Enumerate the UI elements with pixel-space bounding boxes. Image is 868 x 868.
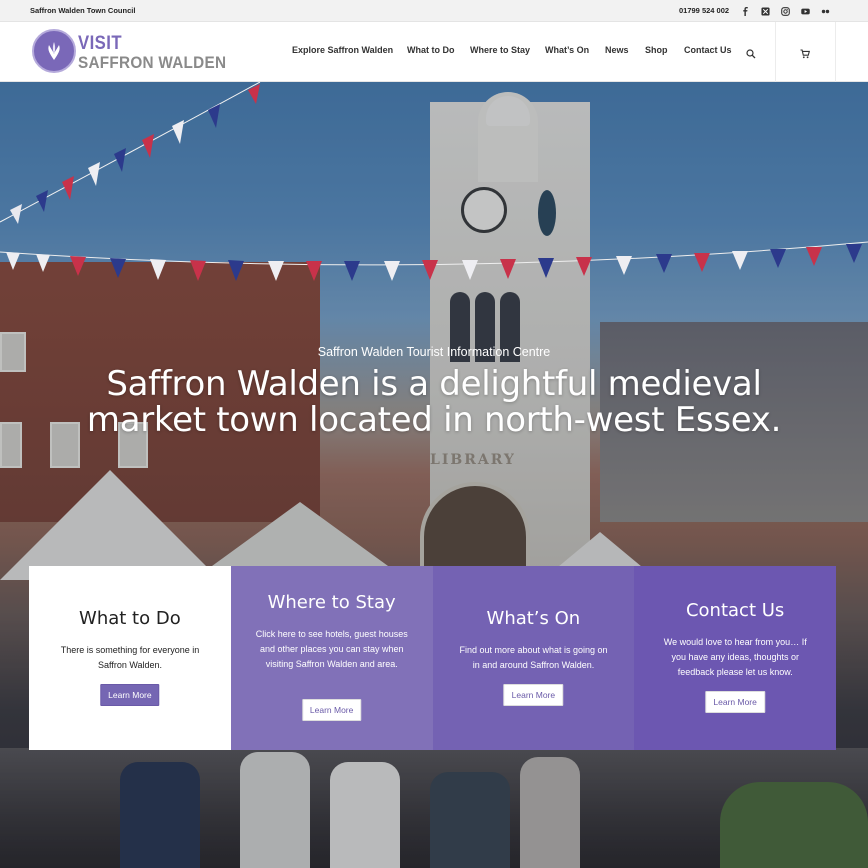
feature-box-text: We would love to hear from you… If you h… [663, 637, 807, 677]
flickr-icon[interactable] [818, 4, 832, 18]
cart-icon[interactable] [800, 46, 811, 59]
top-utility-bar: Saffron Walden Town Council 01799 524 00… [0, 0, 868, 22]
nav-contact-us[interactable]: Contact Us [684, 45, 732, 55]
hero-title: Saffron Walden is a delightful medieval … [86, 364, 782, 440]
nav-explore[interactable]: Explore Saffron Walden [292, 45, 393, 55]
feature-box-where-to-stay: Where to Stay Click here to see hotels, … [230, 566, 433, 750]
whats-on-learn-more-button[interactable]: Learn More [503, 684, 564, 706]
feature-box-title: Contact Us [685, 600, 785, 621]
search-icon[interactable] [746, 46, 756, 59]
feature-boxes: What to Do There is something for everyo… [29, 566, 836, 750]
nav-separator [835, 22, 836, 82]
hero-subtitle: Saffron Walden Tourist Information Centr… [317, 345, 551, 359]
social-links [738, 4, 832, 18]
nav-shop[interactable]: Shop [645, 45, 668, 55]
what-to-do-learn-more-button[interactable]: Learn More [100, 684, 160, 706]
logo-badge [32, 29, 76, 73]
instagram-icon[interactable] [778, 4, 792, 18]
feature-box-title: What’s On [486, 608, 581, 629]
phone-number[interactable]: 01799 524 002 [679, 6, 729, 15]
site-header: VISIT SAFFRON WALDEN Explore Saffron Wal… [0, 22, 868, 82]
feature-box-text: Click here to see hotels, guest houses a… [255, 629, 408, 669]
facebook-icon[interactable] [738, 4, 752, 18]
feature-box-what-to-do: What to Do There is something for everyo… [29, 566, 231, 750]
nav-where-to-stay[interactable]: Where to Stay [470, 45, 530, 55]
nav-whats-on[interactable]: What’s On [545, 45, 589, 55]
nav-news[interactable]: News [605, 45, 629, 55]
x-icon[interactable] [758, 4, 772, 18]
logo-text-visit: VISIT [78, 33, 123, 54]
contact-us-learn-more-button[interactable]: Learn More [705, 691, 765, 713]
council-link[interactable]: Saffron Walden Town Council [30, 6, 135, 15]
site-logo[interactable]: VISIT SAFFRON WALDEN [32, 29, 226, 75]
feature-box-title: What to Do [79, 608, 181, 629]
bunting-flags [0, 82, 868, 281]
logo-text-town: SAFFRON WALDEN [78, 53, 227, 72]
where-to-stay-learn-more-button[interactable]: Learn More [301, 699, 362, 721]
feature-box-text: Find out more about what is going on in … [459, 645, 608, 670]
hero-banner: LIBRARY Saffron Walden Tourist Informati… [0, 82, 868, 868]
feature-box-text: There is something for everyone in Saffr… [60, 645, 200, 670]
feature-box-whats-on: What’s On Find out more about what is go… [432, 566, 635, 750]
nav-what-to-do[interactable]: What to Do [407, 45, 455, 55]
nav-separator [775, 22, 776, 82]
feature-box-title: Where to Stay [267, 592, 396, 613]
feature-box-contact-us: Contact Us We would love to hear from yo… [634, 566, 836, 750]
youtube-icon[interactable] [798, 4, 812, 18]
